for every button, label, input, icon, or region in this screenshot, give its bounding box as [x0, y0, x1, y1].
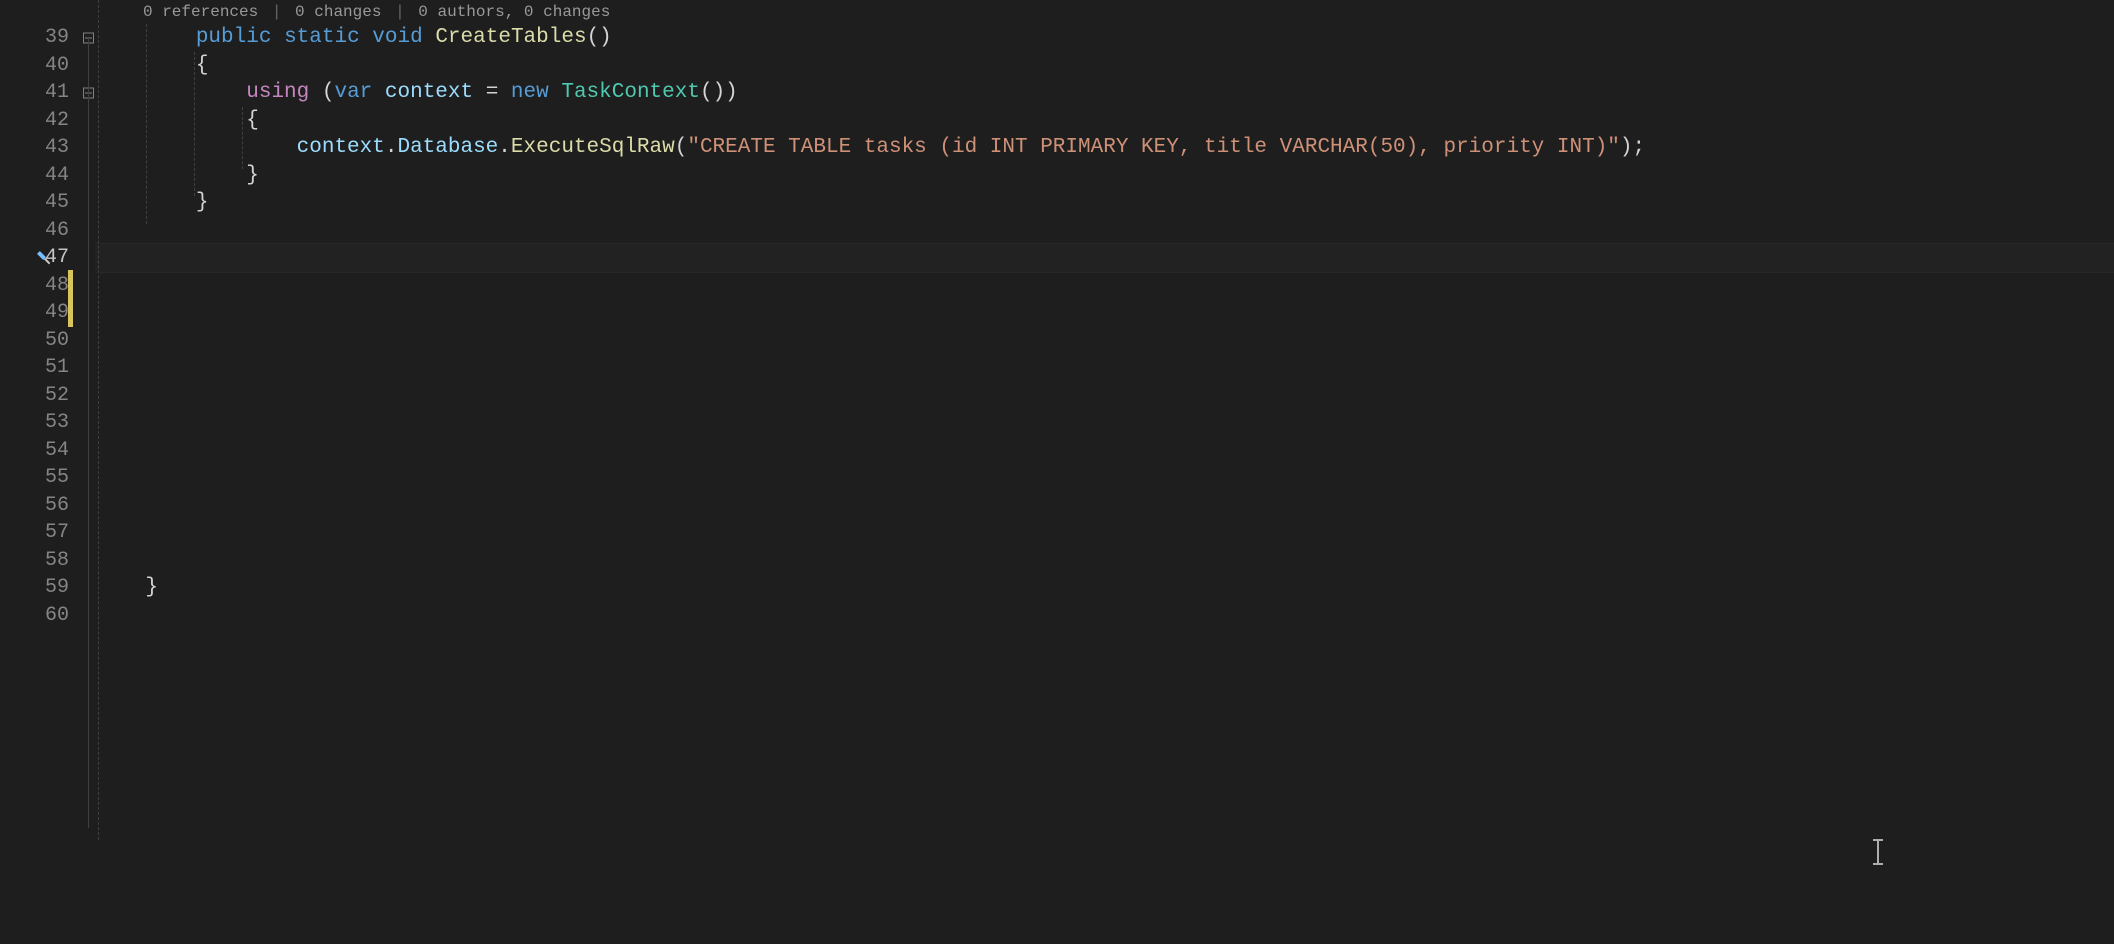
- codelens-changes[interactable]: 0 changes: [295, 3, 381, 21]
- code-line[interactable]: }: [95, 189, 2114, 217]
- text-cursor-icon: [1877, 840, 1879, 864]
- code-editor[interactable]: 39 40 41 42 43 44 45 46 47 48 49 50 51: [0, 0, 2114, 944]
- line-numbers-column: 39 40 41 42 43 44 45 46 47 48 49 50 51: [0, 0, 95, 629]
- line-number[interactable]: 49: [0, 299, 69, 327]
- line-number[interactable]: 50: [0, 327, 69, 355]
- code-line[interactable]: [95, 492, 2114, 520]
- code-line[interactable]: public static void CreateTables(): [95, 24, 2114, 52]
- line-number[interactable]: 41: [0, 79, 69, 107]
- line-number[interactable]: 56: [0, 492, 69, 520]
- code-line[interactable]: [95, 519, 2114, 547]
- code-line[interactable]: [95, 409, 2114, 437]
- code-content-area[interactable]: 0 references | 0 changes | 0 authors, 0 …: [95, 0, 2114, 944]
- line-number[interactable]: 57: [0, 519, 69, 547]
- code-line[interactable]: [95, 464, 2114, 492]
- code-line[interactable]: [95, 602, 2114, 630]
- line-number[interactable]: 39: [0, 24, 69, 52]
- line-number[interactable]: 42: [0, 107, 69, 135]
- code-line[interactable]: {: [95, 52, 2114, 80]
- code-line[interactable]: }: [95, 162, 2114, 190]
- code-line[interactable]: using (var context = new TaskContext()): [95, 79, 2114, 107]
- line-number[interactable]: 51: [0, 354, 69, 382]
- code-line[interactable]: }: [95, 574, 2114, 602]
- line-number[interactable]: 55: [0, 464, 69, 492]
- code-line[interactable]: [95, 547, 2114, 575]
- code-line[interactable]: [95, 217, 2114, 245]
- line-number[interactable]: 43: [0, 134, 69, 162]
- fold-guide-line: [88, 38, 89, 828]
- code-line[interactable]: [95, 382, 2114, 410]
- line-number[interactable]: 48: [0, 272, 69, 300]
- code-line[interactable]: [95, 437, 2114, 465]
- line-number[interactable]: 58: [0, 547, 69, 575]
- editor-gutter: 39 40 41 42 43 44 45 46 47 48 49 50 51: [0, 0, 95, 944]
- line-number[interactable]: 52: [0, 382, 69, 410]
- line-number[interactable]: 59: [0, 574, 69, 602]
- code-line[interactable]: context.Database.ExecuteSqlRaw("CREATE T…: [95, 134, 2114, 162]
- line-number[interactable]: 53: [0, 409, 69, 437]
- code-line[interactable]: [95, 299, 2114, 327]
- line-number[interactable]: 44: [0, 162, 69, 190]
- codelens-bar[interactable]: 0 references | 0 changes | 0 authors, 0 …: [95, 0, 2114, 24]
- codelens-separator: |: [395, 3, 405, 21]
- codelens-authors[interactable]: 0 authors, 0 changes: [418, 3, 610, 21]
- code-line-active[interactable]: [95, 244, 2114, 272]
- line-number[interactable]: 46: [0, 217, 69, 245]
- code-line[interactable]: [95, 272, 2114, 300]
- line-number[interactable]: 40: [0, 52, 69, 80]
- line-number[interactable]: 54: [0, 437, 69, 465]
- code-line[interactable]: [95, 354, 2114, 382]
- codelens-references[interactable]: 0 references: [143, 3, 258, 21]
- codelens-separator: |: [272, 3, 282, 21]
- line-number-active[interactable]: 47: [0, 244, 69, 272]
- code-line[interactable]: {: [95, 107, 2114, 135]
- line-number[interactable]: 60: [0, 602, 69, 630]
- line-number[interactable]: 45: [0, 189, 69, 217]
- code-line[interactable]: [95, 327, 2114, 355]
